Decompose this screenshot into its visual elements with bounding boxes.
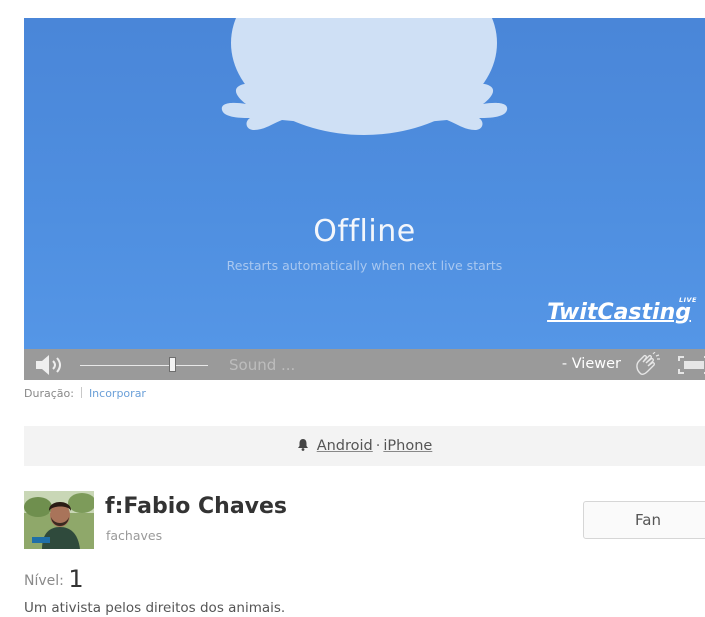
duration-label: Duração: <box>24 387 74 400</box>
profile-bio: Um ativista pelos direitos dos animais. <box>24 600 286 616</box>
offline-subtitle: Restarts automatically when next live st… <box>226 258 503 273</box>
iphone-link[interactable]: iPhone <box>383 438 432 454</box>
fan-button[interactable]: Fan <box>583 501 705 539</box>
fullscreen-icon[interactable] <box>677 355 705 379</box>
twitcasting-logo[interactable]: TwitCasting <box>547 300 691 325</box>
offline-title: Offline <box>313 214 416 249</box>
avatar[interactable] <box>24 491 94 549</box>
speaker-icon[interactable] <box>34 354 72 380</box>
embed-link[interactable]: Incorporar <box>89 387 146 400</box>
bell-icon <box>297 427 309 467</box>
profile-handle: fachaves <box>106 528 163 543</box>
sound-label: Sound ... <box>229 356 296 374</box>
app-links-bar: Android · iPhone <box>24 426 705 466</box>
level-value: 1 <box>68 565 84 593</box>
volume-slider-handle[interactable] <box>169 357 176 372</box>
video-player[interactable]: Offline Restarts automatically when next… <box>24 18 705 349</box>
mascot-illustration <box>221 18 508 135</box>
profile-display-name[interactable]: f:Fabio Chaves <box>105 494 287 519</box>
android-link[interactable]: Android <box>317 438 373 454</box>
player-control-bar: Sound ... - Viewer <box>24 349 705 380</box>
clap-icon[interactable] <box>633 351 661 380</box>
level-display: Nível: 1 <box>24 565 84 593</box>
volume-slider-track[interactable] <box>80 365 208 366</box>
separator-dot: · <box>375 438 381 454</box>
level-label: Nível: <box>24 573 64 589</box>
stream-meta: Duração: Incorporar <box>24 387 146 400</box>
meta-divider <box>80 387 82 398</box>
viewer-count: - Viewer <box>561 356 621 372</box>
